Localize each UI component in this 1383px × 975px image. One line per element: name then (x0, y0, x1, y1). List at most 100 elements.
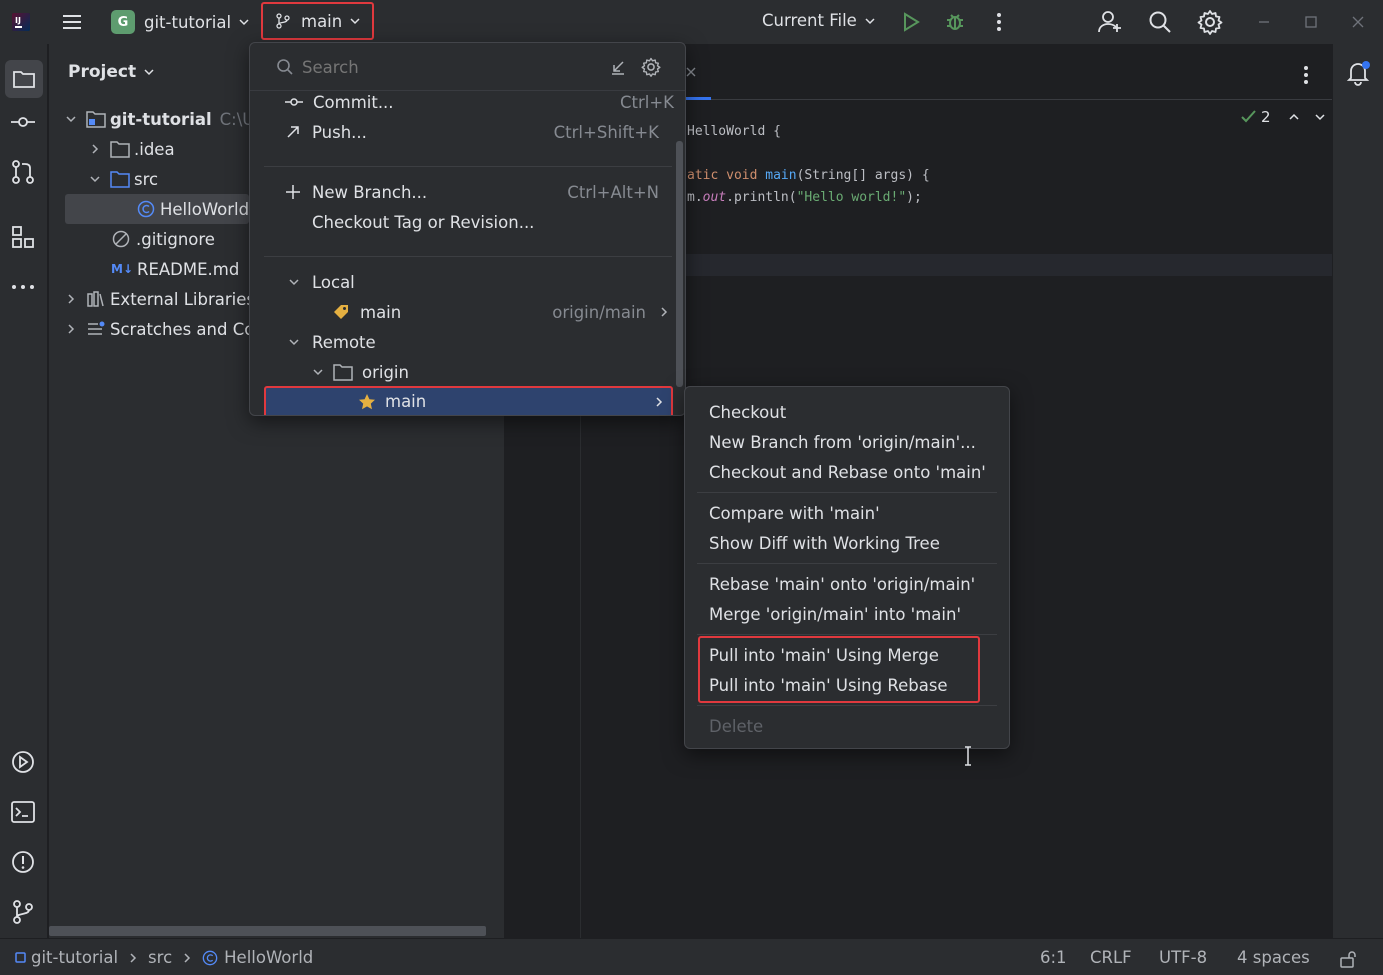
settings-gear-icon[interactable] (1197, 9, 1223, 35)
main-menu-icon[interactable] (60, 10, 84, 34)
action-label: New Branch... (312, 182, 428, 202)
chevron-right-icon (184, 952, 191, 963)
caret-position[interactable]: 6:1 (1040, 948, 1067, 967)
remote-branch-origin-main[interactable]: main (264, 386, 673, 415)
add-user-icon[interactable] (1097, 9, 1123, 35)
chevron-right-icon (68, 294, 75, 304)
run-configuration-selector[interactable]: Current File (762, 11, 877, 30)
branch-name: main (301, 11, 343, 31)
new-branch-from-menu-item[interactable]: New Branch from 'origin/main'... (709, 427, 976, 457)
rebase-menu-item[interactable]: Rebase 'main' onto 'origin/main' (709, 569, 975, 599)
popup-settings-gear-icon[interactable] (641, 57, 661, 77)
editor-tabs-more-icon[interactable] (1297, 64, 1315, 86)
group-label: Local (312, 272, 355, 292)
checkout-menu-item[interactable]: Checkout (709, 397, 786, 427)
breadcrumb-src[interactable]: src (148, 948, 172, 967)
folder-icon (110, 141, 130, 158)
breadcrumb-class[interactable]: HelloWorld (224, 948, 313, 967)
chevron-down-icon[interactable] (1313, 110, 1327, 124)
checkout-tag-action[interactable]: Checkout Tag or Revision... (312, 207, 534, 237)
close-window-icon[interactable] (1350, 14, 1366, 30)
check-icon (1241, 110, 1256, 123)
separator (697, 705, 997, 706)
compare-with-menu-item[interactable]: Compare with 'main' (709, 498, 880, 528)
line-separator[interactable]: CRLF (1090, 948, 1132, 967)
collapse-arrow-icon[interactable] (609, 58, 627, 76)
indent-setting[interactable]: 4 spaces (1237, 948, 1310, 967)
project-tool-folder-icon[interactable] (5, 60, 43, 98)
local-branch-main[interactable]: main origin/main (332, 297, 670, 327)
intellij-logo-icon[interactable]: IJ (10, 11, 32, 33)
tree-item-readme[interactable]: M↓ README.md (111, 254, 239, 284)
commit-icon (285, 98, 303, 106)
run-config-label: Current File (762, 11, 857, 30)
java-class-icon (202, 950, 218, 965)
run-icon[interactable] (900, 11, 922, 33)
breadcrumb-project[interactable]: git-tutorial (31, 948, 118, 967)
pull-using-rebase-menu-item[interactable]: Pull into 'main' Using Rebase (709, 670, 948, 700)
chevron-right-icon (68, 324, 75, 334)
ignore-file-icon (112, 230, 130, 248)
current-branch-tag-icon (334, 305, 348, 319)
tree-item-external-libraries[interactable]: External Libraries (64, 284, 255, 314)
git-tool-icon[interactable] (10, 899, 36, 925)
more-tool-windows-icon[interactable] (10, 274, 36, 300)
chevron-down-icon (90, 176, 100, 183)
project-switcher[interactable]: G git-tutorial (111, 10, 251, 34)
problems-icon[interactable] (10, 849, 36, 875)
structure-icon[interactable] (10, 224, 36, 250)
tree-item-gitignore[interactable]: .gitignore (112, 224, 215, 254)
branch-search-input[interactable] (302, 55, 592, 79)
pull-requests-icon[interactable] (10, 159, 36, 185)
terminal-icon[interactable] (10, 799, 36, 825)
show-diff-menu-item[interactable]: Show Diff with Working Tree (709, 528, 940, 558)
search-everywhere-icon[interactable] (1148, 10, 1172, 34)
horizontal-scrollbar[interactable] (49, 926, 486, 936)
action-label: Push... (312, 122, 367, 142)
tree-item-src[interactable]: src (88, 164, 158, 194)
remote-origin-group[interactable]: origin (311, 357, 409, 387)
merge-menu-item[interactable]: Merge 'origin/main' into 'main' (709, 599, 961, 629)
notifications-bell-icon[interactable] (1345, 60, 1371, 86)
chevron-up-icon[interactable] (1287, 110, 1301, 124)
lock-open-icon[interactable] (1339, 950, 1357, 968)
tree-item-helloworld[interactable]: HelloWorld (137, 194, 249, 224)
push-arrow-icon (287, 126, 299, 138)
navigation-breadcrumb: git-tutorial src HelloWorld (15, 948, 313, 967)
commit-action[interactable]: Commit... Ctrl+K (284, 92, 674, 117)
local-branches-group[interactable]: Local (287, 267, 355, 297)
checkout-and-rebase-menu-item[interactable]: Checkout and Rebase onto 'main' (709, 457, 986, 487)
chevron-down-icon (144, 69, 154, 76)
debug-icon[interactable] (944, 10, 966, 32)
action-shortcut: Ctrl+Shift+K (553, 122, 659, 142)
project-view-selector[interactable]: Project (68, 62, 156, 82)
code-line-3: atic void main(String[] args) { (687, 168, 930, 183)
action-label: Checkout Tag or Revision... (312, 212, 535, 232)
markdown-icon: M↓ (111, 262, 133, 276)
popup-scrollbar[interactable] (676, 141, 683, 387)
chevron-down-icon (313, 369, 323, 376)
minimize-icon[interactable] (1256, 14, 1272, 30)
tree-item-git-tutorial[interactable]: git-tutorial C:\U (64, 104, 254, 134)
remote-branches-group[interactable]: Remote (287, 327, 376, 357)
more-actions-icon[interactable] (990, 10, 1008, 34)
tree-item-idea[interactable]: .idea (88, 134, 175, 164)
branch-switcher[interactable]: main (261, 2, 374, 40)
code-line-1: HelloWorld { (687, 124, 781, 139)
maximize-icon[interactable] (1303, 14, 1319, 30)
file-encoding[interactable]: UTF-8 (1159, 948, 1207, 967)
pull-using-merge-menu-item[interactable]: Pull into 'main' Using Merge (709, 640, 939, 670)
action-shortcut: Ctrl+Alt+N (567, 182, 659, 202)
separator (697, 634, 997, 635)
tree-item-scratches[interactable]: Scratches and Co (64, 314, 254, 344)
commit-tool-icon[interactable] (10, 109, 36, 135)
push-action[interactable]: Push... Ctrl+Shift+K (284, 117, 659, 147)
library-icon (87, 291, 104, 307)
inspection-widget[interactable]: 2 (1240, 108, 1327, 126)
close-tab-icon[interactable] (685, 66, 697, 78)
branch-label: main (385, 392, 427, 411)
services-icon[interactable] (10, 749, 36, 775)
new-branch-action[interactable]: New Branch... Ctrl+Alt+N (284, 177, 659, 207)
title-bar: IJ G git-tutorial main Current File (0, 0, 1383, 44)
tree-item-label: .gitignore (136, 229, 215, 249)
